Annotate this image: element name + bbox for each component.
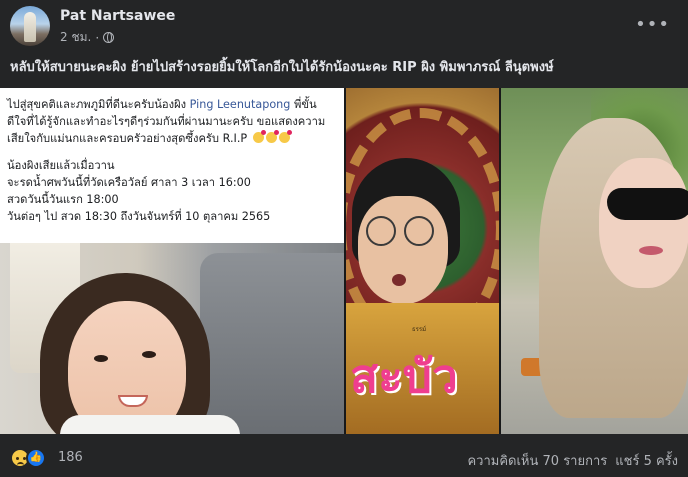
movie-title-logo: สะบัว — [350, 349, 458, 403]
text-line-3: เสียใจกับแม่นกและครอบครัวอย่างสุดซึ้งครั… — [7, 130, 337, 147]
reaction-icons[interactable]: 👍 — [10, 448, 50, 468]
portrait-photo — [0, 243, 344, 434]
photo-grid: ไปสู่สุขคติและภพภูมิที่ดีนะครับน้องผิง P… — [0, 88, 688, 434]
text-line-4: น้องผิงเสียแล้วเมื่อวาน — [7, 159, 115, 172]
poster-credit: ธรรม์ — [412, 326, 427, 333]
kiss-emoji-icon — [265, 130, 279, 143]
like-reaction-icon: 👍 — [26, 448, 46, 468]
text-line-1-after: พี่ขั้น — [290, 98, 317, 111]
reaction-count[interactable]: 186 — [58, 450, 83, 465]
photo-2[interactable]: ธรรม์ สะบัว — [346, 88, 499, 434]
text-line-2: ดีใจที่ได้รู้จักและทำอะไรๆดีๆร่วมกันที่ผ… — [7, 115, 326, 128]
lips — [639, 246, 663, 255]
globe-icon[interactable] — [103, 32, 115, 43]
eye — [142, 351, 156, 358]
sunglasses — [607, 188, 688, 220]
post-time[interactable]: 2 ชม. — [60, 28, 91, 47]
photo-1-text-card: ไปสู่สุขคติและภพภูมิที่ดีนะครับน้องผิง P… — [0, 88, 344, 238]
author-name[interactable]: Pat Nartsawee — [60, 8, 175, 24]
face — [358, 196, 448, 304]
text-line-1: ไปสู่สุขคติและภพภูมิที่ดีนะครับน้องผิง P… — [7, 96, 337, 113]
shirt — [60, 415, 240, 434]
face — [599, 158, 688, 288]
kiss-emoji-icon — [252, 130, 266, 143]
text-line-6: สวดวันนี้วันแรก 18:00 — [7, 193, 119, 206]
author-avatar[interactable] — [10, 6, 50, 46]
post-header: Pat Nartsawee 2 ชม. · ••• — [0, 0, 688, 50]
mouth — [392, 274, 406, 286]
eye — [94, 355, 108, 362]
reactions-bar: 👍 186 ความคิดเห็น 70 รายการ แชร์ 5 ครั้ง — [0, 440, 688, 477]
mention-link: Ping Leenutapong — [189, 98, 291, 111]
text-line-7: วันต่อๆ ไป สวด 18:30 ถึงวันจันทร์ที่ 10 … — [7, 210, 271, 223]
text-line-3-text: เสียใจกับแม่นกและครอบครัวอย่างสุดซึ้งครั… — [7, 132, 248, 145]
post-stats: ความคิดเห็น 70 รายการ แชร์ 5 ครั้ง — [467, 450, 678, 471]
text-line-5: จะรดน้ำศพวันนี้ที่วัดเครือวัลย์ ศาลา 3 เ… — [7, 176, 251, 189]
post-meta: 2 ชม. · — [60, 28, 115, 47]
glasses-lens — [404, 216, 434, 246]
more-options-icon[interactable]: ••• — [635, 14, 670, 35]
shares-count[interactable]: แชร์ 5 ครั้ง — [615, 450, 678, 471]
photo-3[interactable] — [501, 88, 688, 434]
photo-1[interactable]: ไปสู่สุขคติและภพภูมิที่ดีนะครับน้องผิง P… — [0, 88, 344, 434]
glasses-lens — [366, 216, 396, 246]
comments-count[interactable]: ความคิดเห็น 70 รายการ — [467, 450, 607, 471]
sofa — [200, 253, 344, 434]
post-caption: หลับให้สบายนะคะผิง ย้ายไปสร้างรอยยิ้มให้… — [10, 60, 554, 75]
text-line-1-before: ไปสู่สุขคติและภพภูมิที่ดีนะครับน้องผิง — [7, 98, 190, 111]
meta-separator: · — [95, 30, 100, 45]
avatar-image — [24, 12, 36, 42]
kiss-emoji-icon — [278, 130, 292, 143]
